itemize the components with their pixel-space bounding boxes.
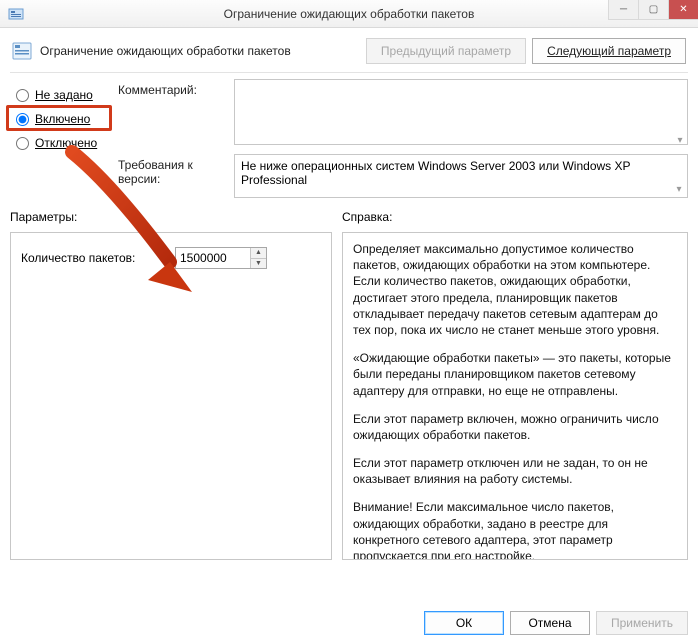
window-title: Ограничение ожидающих обработки пакетов	[0, 7, 698, 21]
next-setting-button[interactable]: Следующий параметр	[532, 38, 686, 64]
help-section-label: Справка:	[342, 210, 392, 224]
upper-right: Комментарий: ▾ Требования к версии: Не н…	[118, 79, 688, 198]
header-row: Ограничение ожидающих обработки пакетов …	[0, 28, 698, 72]
upper-area: Не задано Включено Отключено Комментарий…	[0, 73, 698, 198]
comment-input[interactable]	[234, 79, 688, 145]
radio-disabled[interactable]: Отключено	[10, 131, 118, 155]
lower-area: Количество пакетов: ▲ ▼ Определяет макси…	[0, 228, 698, 560]
radio-enabled-label: Включено	[35, 112, 90, 126]
version-box: Не ниже операционных систем Windows Serv…	[234, 154, 688, 198]
close-button[interactable]: ✕	[668, 0, 698, 20]
packet-count-input[interactable]	[176, 248, 250, 268]
titlebar: Ограничение ожидающих обработки пакетов …	[0, 0, 698, 28]
radio-enabled-input[interactable]	[16, 113, 29, 126]
spinner-down-icon[interactable]: ▼	[251, 259, 266, 269]
radio-enabled[interactable]: Включено	[10, 107, 118, 131]
spinner-up-icon[interactable]: ▲	[251, 248, 266, 259]
state-radios: Не задано Включено Отключено	[10, 79, 118, 198]
packet-count-label: Количество пакетов:	[21, 251, 175, 265]
help-p3: Если этот параметр включен, можно ограни…	[353, 411, 677, 443]
radio-not-configured-input[interactable]	[16, 89, 29, 102]
radio-disabled-input[interactable]	[16, 137, 29, 150]
packet-count-spinner[interactable]: ▲ ▼	[175, 247, 267, 269]
help-p4: Если этот параметр отключен или не задан…	[353, 455, 677, 487]
dialog-footer: ОК Отмена Применить	[0, 604, 698, 642]
help-p1: Определяет максимально допустимое количе…	[353, 241, 677, 338]
version-label: Требования к версии:	[118, 154, 234, 186]
apply-button[interactable]: Применить	[596, 611, 688, 635]
help-panel: Определяет максимально допустимое количе…	[342, 232, 688, 560]
comment-wrap: ▾	[234, 79, 688, 148]
header-label: Ограничение ожидающих обработки пакетов	[40, 44, 291, 58]
packet-count-row: Количество пакетов: ▲ ▼	[21, 247, 321, 269]
resize-grip-icon: ▾	[672, 182, 686, 196]
help-p5: Внимание! Если максимальное число пакето…	[353, 499, 677, 560]
cancel-button[interactable]: Отмена	[510, 611, 590, 635]
radio-not-configured[interactable]: Не задано	[10, 83, 118, 107]
window-controls: ─ ▢ ✕	[608, 0, 698, 20]
minimize-button[interactable]: ─	[608, 0, 638, 20]
maximize-button[interactable]: ▢	[638, 0, 668, 20]
params-panel: Количество пакетов: ▲ ▼	[10, 232, 332, 560]
app-icon	[8, 6, 24, 22]
params-section-label: Параметры:	[10, 210, 342, 224]
ok-button[interactable]: ОК	[424, 611, 504, 635]
prev-setting-button[interactable]: Предыдущий параметр	[366, 38, 526, 64]
radio-disabled-label: Отключено	[35, 136, 97, 150]
spinner-buttons: ▲ ▼	[250, 248, 266, 268]
policy-icon	[12, 41, 32, 61]
radio-not-configured-label: Не задано	[35, 88, 93, 102]
section-labels: Параметры: Справка:	[0, 198, 698, 228]
version-text: Не ниже операционных систем Windows Serv…	[241, 159, 630, 187]
help-p2: «Ожидающие обработки пакеты» — это пакет…	[353, 350, 677, 399]
comment-label: Комментарий:	[118, 79, 234, 97]
resize-grip-icon: ▾	[673, 133, 687, 147]
